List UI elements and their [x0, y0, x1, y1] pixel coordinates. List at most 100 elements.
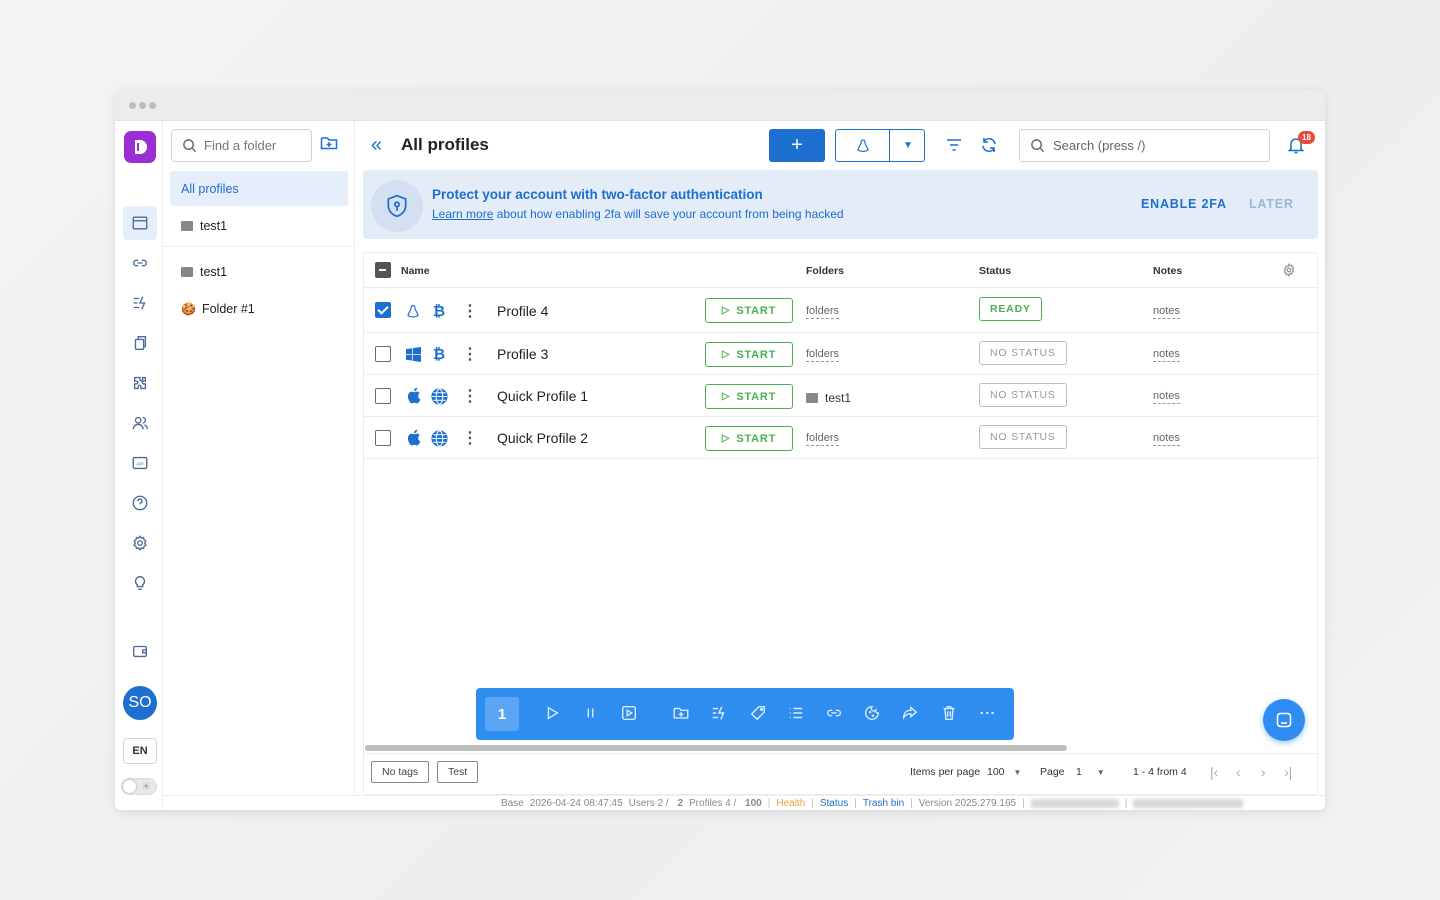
profile-name[interactable]: Quick Profile 1: [497, 388, 588, 404]
link-icon[interactable]: [825, 704, 845, 724]
first-page-icon[interactable]: |‹: [1210, 764, 1218, 780]
add-folder-icon[interactable]: [319, 133, 343, 157]
automation-icon[interactable]: [123, 286, 157, 320]
health-link[interactable]: Health: [776, 798, 805, 809]
bulk-action-bar: 1: [476, 688, 1014, 740]
move-to-folder-icon[interactable]: [672, 704, 692, 724]
folder-item-folder-1[interactable]: 🍪 Folder #1: [170, 291, 348, 326]
row-menu-icon[interactable]: ⋮: [462, 387, 478, 405]
window-dot-3[interactable]: [149, 102, 156, 109]
profile-name[interactable]: Quick Profile 2: [497, 430, 588, 446]
folder-search-input[interactable]: Find a folder: [171, 129, 312, 162]
notes-link[interactable]: notes: [1153, 432, 1180, 446]
folder-item-test1[interactable]: test1: [170, 208, 348, 243]
trash-icon[interactable]: [940, 704, 960, 724]
row-menu-icon[interactable]: ⋮: [462, 345, 478, 363]
refresh-icon[interactable]: [979, 135, 1001, 157]
start-button[interactable]: ▷ START: [705, 298, 793, 323]
profile-search-input[interactable]: Search (press /): [1019, 129, 1270, 162]
folders-link[interactable]: folders: [806, 432, 840, 446]
status-badge[interactable]: NO STATUS: [979, 383, 1067, 407]
filter-icon[interactable]: [944, 135, 966, 157]
app-logo-icon[interactable]: [124, 131, 156, 163]
last-page-icon[interactable]: ›|: [1284, 764, 1292, 780]
chevron-down-icon[interactable]: ▼: [891, 130, 925, 161]
more-icon[interactable]: [978, 704, 998, 724]
row-menu-icon[interactable]: ⋮: [462, 429, 478, 447]
tag-test[interactable]: Test: [437, 761, 479, 783]
start-button[interactable]: ▷ START: [705, 342, 793, 367]
notes-link[interactable]: notes: [1153, 305, 1180, 319]
row-checkbox[interactable]: [375, 346, 391, 362]
collapse-panel-icon[interactable]: «: [371, 135, 382, 155]
window-dot-1[interactable]: [129, 102, 136, 109]
status-badge[interactable]: READY: [979, 297, 1042, 321]
column-settings-icon[interactable]: [1282, 263, 1298, 279]
link-icon[interactable]: [123, 246, 157, 280]
later-button[interactable]: LATER: [1249, 197, 1294, 211]
linux-icon[interactable]: [836, 130, 890, 161]
column-folders[interactable]: Folders: [806, 265, 844, 277]
learn-more-link[interactable]: Learn more: [432, 207, 493, 221]
status-link[interactable]: Status: [820, 798, 848, 809]
api-icon[interactable]: API: [123, 446, 157, 480]
screen-icon[interactable]: [620, 704, 640, 724]
table-row[interactable]: ⋮ Quick Profile 2 ▷ START folders NO STAT…: [364, 417, 1317, 459]
table-row[interactable]: ₿ ⋮ Profile 3 ▷ START folders NO STATUS n…: [364, 333, 1317, 375]
team-icon[interactable]: [123, 406, 157, 440]
row-checkbox[interactable]: [375, 302, 391, 318]
notes-link[interactable]: notes: [1153, 348, 1180, 362]
row-checkbox[interactable]: [375, 388, 391, 404]
copy-icon[interactable]: [123, 326, 157, 360]
trash-bin-link[interactable]: Trash bin: [863, 798, 904, 809]
folders-link[interactable]: folders: [806, 348, 840, 362]
start-button[interactable]: ▷ START: [705, 426, 793, 451]
table-row[interactable]: ₿ ⋮ Profile 4 ▷ START folders READY notes: [364, 289, 1317, 333]
prev-page-icon[interactable]: ‹: [1236, 764, 1241, 780]
pause-icon[interactable]: [582, 704, 602, 724]
folder-tag[interactable]: test1: [806, 391, 851, 405]
add-profile-button[interactable]: +: [769, 129, 825, 162]
items-per-page-select[interactable]: 100 ▼: [987, 766, 1021, 778]
profile-name[interactable]: Profile 3: [497, 346, 548, 362]
table-row[interactable]: ⋮ Quick Profile 1 ▷ START test1 NO STATUS…: [364, 375, 1317, 417]
extension-icon[interactable]: [123, 366, 157, 400]
folder-item-all-profiles[interactable]: All profiles: [170, 171, 348, 206]
os-select-button[interactable]: ▼: [835, 129, 925, 162]
chat-icon[interactable]: [1263, 699, 1305, 741]
list-icon[interactable]: [787, 704, 807, 724]
automation-icon[interactable]: [710, 704, 730, 724]
column-status[interactable]: Status: [979, 265, 1011, 277]
profile-name[interactable]: Profile 4: [497, 303, 548, 319]
row-checkbox[interactable]: [375, 430, 391, 446]
status-badge[interactable]: NO STATUS: [979, 425, 1067, 449]
tag-icon[interactable]: [749, 704, 769, 724]
play-icon[interactable]: [543, 704, 563, 724]
page-select[interactable]: 1 ▼: [1076, 766, 1105, 778]
tag-no-tags[interactable]: No tags: [371, 761, 430, 783]
wallet-icon[interactable]: [123, 634, 157, 668]
settings-icon[interactable]: [123, 526, 157, 560]
notes-link[interactable]: notes: [1153, 390, 1180, 404]
folder-item-test1-shared[interactable]: test1: [170, 254, 348, 289]
enable-2fa-button[interactable]: ENABLE 2FA: [1141, 197, 1227, 211]
column-notes[interactable]: Notes: [1153, 265, 1182, 277]
cookie-icon[interactable]: [863, 704, 883, 724]
row-menu-icon[interactable]: ⋮: [462, 302, 478, 320]
horizontal-scrollbar[interactable]: [365, 745, 1067, 751]
language-button[interactable]: EN: [123, 738, 157, 764]
theme-toggle[interactable]: ☀: [121, 778, 157, 795]
status-badge[interactable]: NO STATUS: [979, 341, 1067, 365]
profile-search-placeholder: Search (press /): [1053, 138, 1146, 153]
folders-link[interactable]: folders: [806, 305, 840, 319]
idea-icon[interactable]: [123, 566, 157, 600]
next-page-icon[interactable]: ›: [1261, 764, 1266, 780]
help-icon[interactable]: [123, 486, 157, 520]
start-button[interactable]: ▷ START: [705, 384, 793, 409]
select-all-checkbox[interactable]: [375, 262, 391, 278]
profiles-icon[interactable]: [123, 206, 157, 240]
column-name[interactable]: Name: [401, 265, 430, 277]
share-icon[interactable]: [901, 704, 921, 724]
avatar[interactable]: SO: [123, 686, 157, 720]
window-dot-2[interactable]: [139, 102, 146, 109]
